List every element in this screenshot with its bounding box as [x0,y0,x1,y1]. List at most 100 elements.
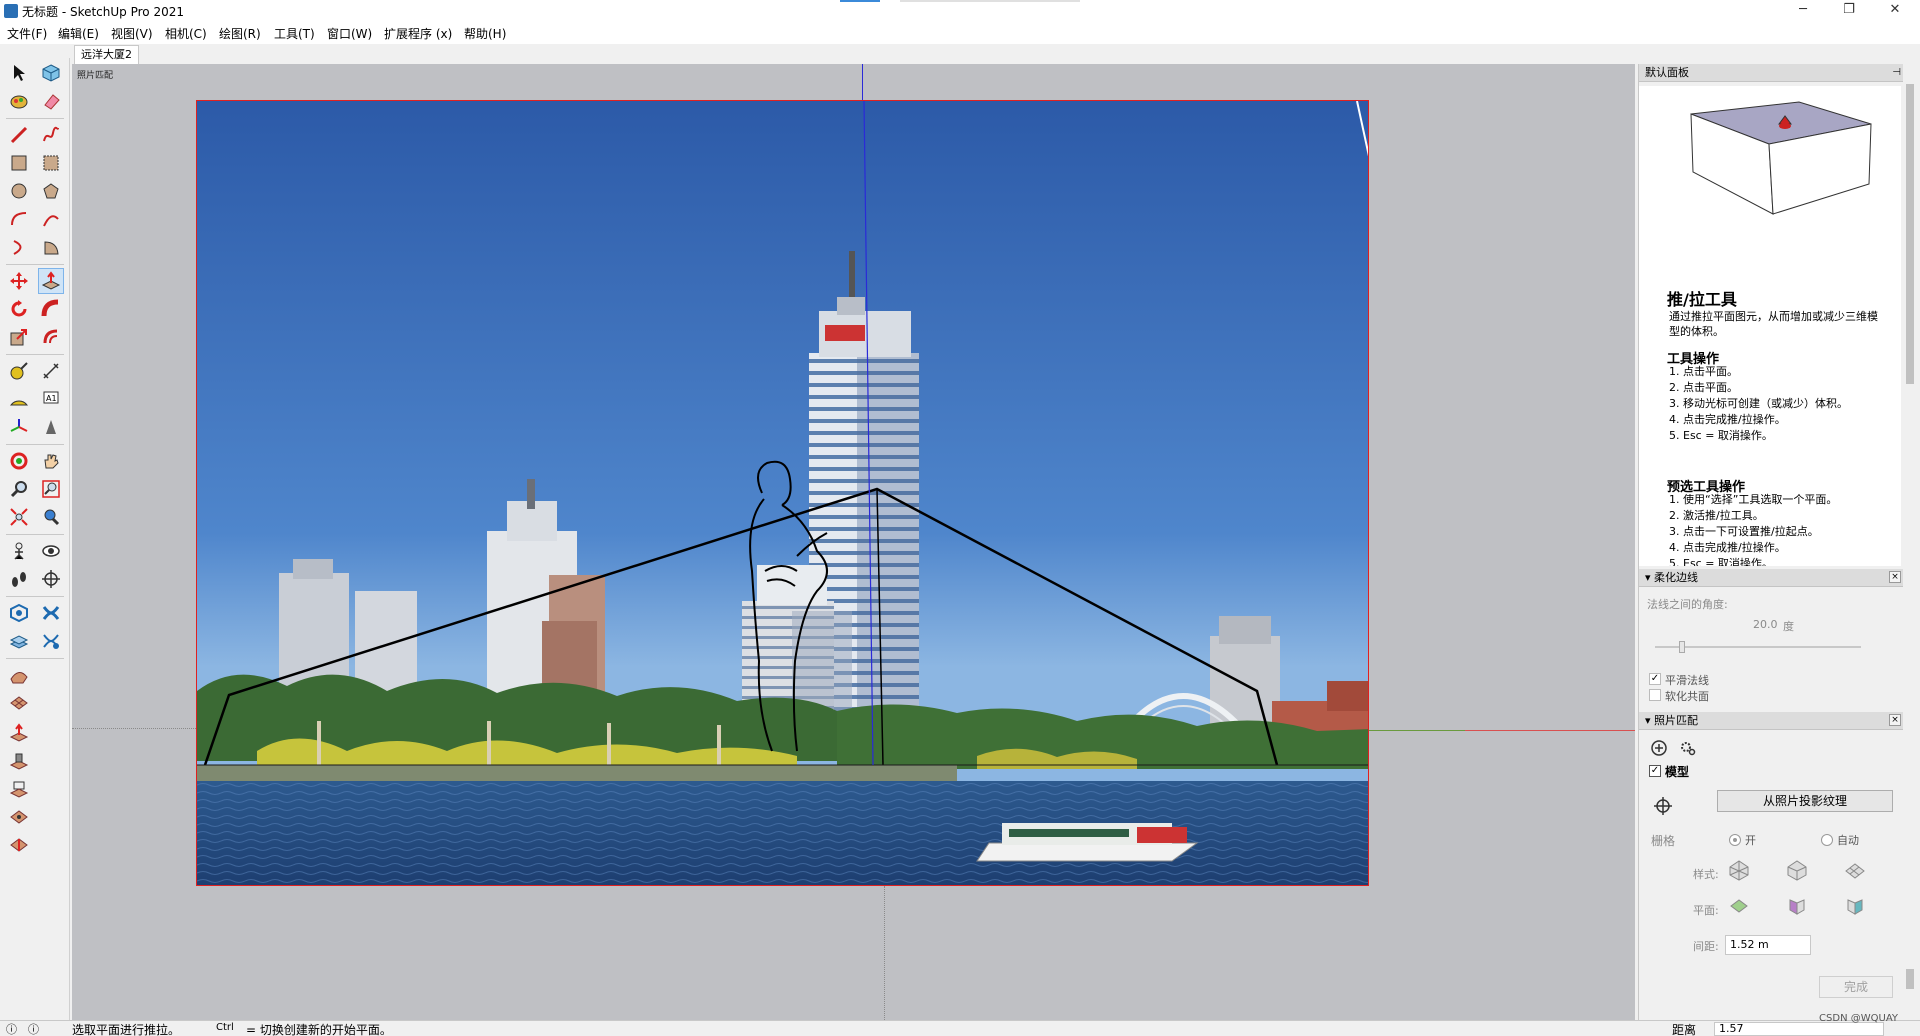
move-tool-icon[interactable] [6,268,32,294]
grid-auto-label: 自动 [1837,834,1859,847]
angle-slider-thumb[interactable] [1679,641,1685,653]
polygon-tool-icon[interactable] [38,178,64,204]
instructor-op-item: 4. 点击完成推/拉操作。 [1669,413,1786,426]
stamp-tool-icon[interactable] [6,748,32,774]
3d-text-tool-icon[interactable] [38,414,64,440]
sandbox-from-scratch-icon[interactable] [6,690,32,716]
plane-red-green-icon[interactable] [1727,894,1751,918]
grid-style-top-icon[interactable] [1843,858,1867,882]
tray-lower-scrollbar[interactable] [1903,569,1917,1020]
3d-warehouse-icon[interactable] [6,600,32,626]
sandbox-from-contours-icon[interactable] [6,662,32,688]
menu-tools[interactable]: 工具(T) [274,25,315,42]
geo-location-icon[interactable]: ⓘ [6,1021,17,1036]
soften-coplanar-checkbox[interactable] [1649,689,1661,701]
protractor-icon[interactable] [6,386,32,412]
tape-measure-icon[interactable] [6,358,32,384]
default-tray-header: 默认面板 ⊣ [1639,64,1905,82]
title-accent [840,0,880,2]
eraser-icon[interactable] [38,88,64,114]
scene-tab[interactable]: 远洋大厦2 [74,45,139,64]
settings-gear-icon[interactable] [1675,736,1699,760]
zoom-window-icon[interactable] [38,476,64,502]
modeling-viewport[interactable]: 照片匹配 [72,64,1635,1020]
position-camera-icon[interactable] [6,538,32,564]
grid-auto-radio[interactable] [1821,834,1833,846]
credits-icon[interactable]: ⓘ [28,1021,39,1036]
measurements-input[interactable]: 1.57 [1714,1022,1884,1036]
select-tool-icon[interactable] [6,60,32,86]
close-panel-icon[interactable]: × [1889,571,1901,583]
tray-scroll-thumb[interactable] [1906,84,1914,384]
rotate-tool-icon[interactable] [6,296,32,322]
grid-style-inside-icon[interactable] [1727,858,1751,882]
layout-send-icon[interactable] [6,628,32,654]
menu-view[interactable]: 视图(V) [111,25,153,42]
soften-edges-header[interactable]: ▾ 柔化边线 × [1639,569,1905,587]
drape-tool-icon[interactable] [6,776,32,802]
smooth-normals-checkbox[interactable]: ✓ [1649,673,1661,685]
done-button[interactable]: 完成 [1819,976,1893,998]
walk-tool-icon[interactable] [6,566,32,592]
two-point-arc-icon[interactable] [38,206,64,232]
tray-scrollbar[interactable] [1903,64,1917,564]
look-around-icon[interactable] [38,538,64,564]
menu-help[interactable]: 帮助(H) [464,25,506,42]
pie-tool-icon[interactable] [38,234,64,260]
add-detail-icon[interactable] [6,804,32,830]
flip-edge-icon[interactable] [6,832,32,858]
minimize-button[interactable]: ─ [1780,0,1826,22]
instructor-op-item: 2. 点击平面。 [1669,381,1738,394]
scale-tool-icon[interactable] [6,324,32,350]
smoove-tool-icon[interactable] [6,720,32,746]
maximize-button[interactable]: ❐ [1826,0,1872,22]
dimension-tool-icon[interactable] [38,358,64,384]
crosshair-icon[interactable] [1651,794,1675,818]
component-tool-icon[interactable] [38,60,64,86]
arc-tool-icon[interactable] [6,206,32,232]
angle-slider[interactable] [1655,641,1861,653]
section-plane-icon[interactable] [38,566,64,592]
three-point-arc-icon[interactable] [6,234,32,260]
offset-tool-icon[interactable] [38,324,64,350]
follow-me-tool-icon[interactable] [38,296,64,322]
match-photo-header[interactable]: ▾ 照片匹配 × [1639,712,1905,730]
close-panel-icon[interactable]: × [1889,714,1901,726]
menu-file[interactable]: 文件(F) [7,25,47,42]
freehand-tool-icon[interactable] [38,122,64,148]
match-photo-image[interactable] [196,100,1369,886]
red-axis [1465,730,1635,731]
orbit-tool-icon[interactable] [6,448,32,474]
previous-view-icon[interactable] [38,504,64,530]
menu-camera[interactable]: 相机(C) [165,25,207,42]
menu-draw[interactable]: 绘图(R) [219,25,261,42]
pan-tool-icon[interactable] [38,448,64,474]
close-button[interactable]: ✕ [1872,0,1918,22]
plane-green-blue-icon[interactable] [1843,894,1867,918]
menu-edit[interactable]: 编辑(E) [58,25,99,42]
plane-red-blue-icon[interactable] [1785,894,1809,918]
push-pull-tool-icon[interactable] [38,268,64,294]
menu-window[interactable]: 窗口(W) [327,25,372,42]
extension-warehouse-icon[interactable] [38,600,64,626]
axes-tool-icon[interactable] [6,414,32,440]
circle-tool-icon[interactable] [6,178,32,204]
instructor-presel-item: 2. 激活推/拉工具。 [1669,509,1764,522]
model-checkbox[interactable]: ✓ [1649,765,1661,777]
line-tool-icon[interactable] [6,122,32,148]
text-tool-icon[interactable]: A1 [38,386,64,412]
extension-manager-icon[interactable] [38,628,64,654]
zoom-tool-icon[interactable] [6,476,32,502]
menu-extensions[interactable]: 扩展程序 (x) [384,25,452,42]
rotated-rectangle-icon[interactable] [38,150,64,176]
pin-icon[interactable]: ⊣ [1892,64,1901,82]
grid-on-radio[interactable] [1729,834,1741,846]
grid-style-outside-icon[interactable] [1785,858,1809,882]
project-texture-button[interactable]: 从照片投影纹理 [1717,790,1893,812]
spacing-input[interactable]: 1.52 m [1725,935,1811,955]
zoom-extents-icon[interactable] [6,504,32,530]
add-photo-icon[interactable] [1647,736,1671,760]
rectangle-tool-icon[interactable] [6,150,32,176]
tray-lower-scroll-thumb[interactable] [1906,969,1914,989]
paint-bucket-icon[interactable] [6,88,32,114]
